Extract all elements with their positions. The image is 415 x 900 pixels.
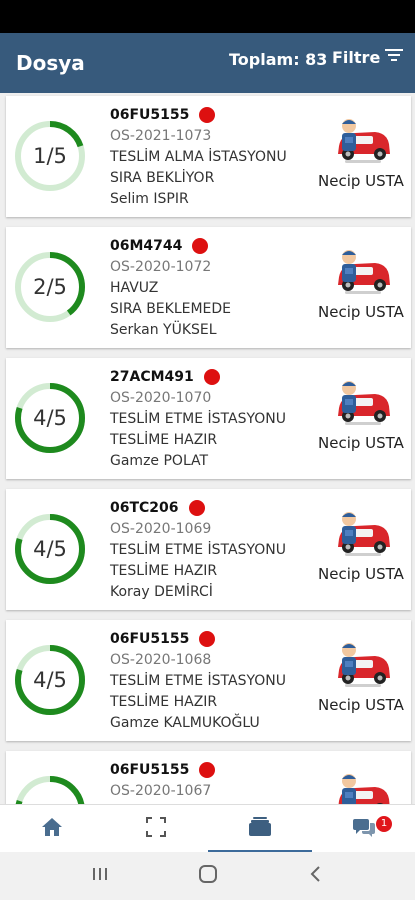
chat-icon <box>352 816 376 843</box>
file-info: 27ACM491 OS-2020-1070 TESLİM ETME İSTASYON… <box>110 366 310 472</box>
file-status: SIRA BEKLEMEDE <box>110 301 232 317</box>
file-card[interactable]: 4/5 27ACM491 OS-2020-1070 TESLİM ETME İSTAS… <box>6 358 411 479</box>
mechanic-car-icon <box>333 116 393 166</box>
station-name: TESLİM ETME İSTASYONU <box>110 411 286 427</box>
customer-name: Selim ISPIR <box>110 191 189 207</box>
status-dot <box>199 631 216 647</box>
plate-number: 06TC206 <box>110 500 179 516</box>
progress-label: 4/5 <box>33 406 67 430</box>
progress-label: 4/5 <box>33 537 67 561</box>
progress-ring: 2/5 <box>14 251 86 323</box>
mechanic: Necip USTA <box>311 378 411 464</box>
station-name: TESLİM ETME İSTASYONU <box>110 542 286 558</box>
file-status: TESLİME HAZIR <box>110 694 218 710</box>
file-number: OS-2021-1073 <box>110 128 212 144</box>
status-dot <box>203 369 220 385</box>
progress-label: 2/5 <box>33 275 67 299</box>
file-info: 06TC206 OS-2020-1069 TESLİM ETME İSTASYONU… <box>110 497 310 603</box>
filter-icon <box>384 47 404 67</box>
total-count: Toplam: 83 <box>229 50 328 69</box>
customer-name: Gamze POLAT <box>110 453 209 469</box>
file-info: 06M4744 OS-2020-1072 HAVUZ SIRA BEKLEMEDE Se… <box>110 235 310 341</box>
mechanic-name: Necip USTA <box>318 696 404 714</box>
file-status: TESLİME HAZIR <box>110 563 218 579</box>
nav-scan[interactable] <box>104 805 208 853</box>
file-number: OS-2020-1072 <box>110 259 212 275</box>
file-number: OS-2020-1069 <box>110 521 212 537</box>
mechanic-name: Necip USTA <box>318 434 404 452</box>
filter-button[interactable]: Filtre <box>332 47 404 67</box>
file-number: OS-2020-1070 <box>110 390 212 406</box>
mechanic: Necip USTA <box>311 640 411 726</box>
mechanic-name: Necip USTA <box>318 303 404 321</box>
progress-ring: 4/5 <box>14 382 86 454</box>
progress-ring: 1/5 <box>14 120 86 192</box>
app-header: Dosya Toplam: 83 Filtre <box>0 33 415 93</box>
file-number: OS-2020-1067 <box>110 783 212 799</box>
plate-number: 27ACM491 <box>110 369 194 385</box>
mechanic: Necip USTA <box>311 116 411 202</box>
mechanic-car-icon <box>333 640 393 690</box>
file-info: 06FU5155 OS-2020-1068 TESLİM ETME İSTASYON… <box>110 628 310 734</box>
scan-icon <box>145 816 167 843</box>
customer-name: Koray DEMİRCİ <box>110 584 213 600</box>
mechanic: Necip USTA <box>311 509 411 595</box>
file-info: 06FU5155 OS-2021-1073 TESLİM ALMA İSTASYON… <box>110 104 310 210</box>
folder-icon <box>248 816 272 842</box>
nav-home[interactable] <box>0 805 104 853</box>
file-status: SIRA BEKLİYOR <box>110 170 215 186</box>
page-title: Dosya <box>16 51 85 75</box>
mechanic-car-icon <box>333 247 393 297</box>
station-name: TESLİM ALMA İSTASYONU <box>110 149 287 165</box>
file-card[interactable]: 06FU5155 OS-2020-1067 <box>6 751 411 804</box>
file-card[interactable]: 4/5 06TC206 OS-2020-1069 TESLİM ETME İSTASY… <box>6 489 411 610</box>
recent-apps-icon <box>91 866 109 887</box>
progress-label <box>14 775 86 804</box>
nav-files[interactable] <box>208 805 312 853</box>
file-info: 06FU5155 OS-2020-1067 <box>110 759 310 802</box>
plate-number: 06FU5155 <box>110 762 190 778</box>
plate-number: 06FU5155 <box>110 631 190 647</box>
mechanic-car-icon <box>333 509 393 559</box>
bottom-nav <box>0 804 415 853</box>
customer-name: Gamze KALMUKOĞLU <box>110 715 260 731</box>
back-chevron-icon <box>309 865 323 888</box>
progress-label: 4/5 <box>33 668 67 692</box>
status-dot <box>199 107 216 123</box>
filter-label: Filtre <box>332 47 381 67</box>
customer-name: Serkan YÜKSEL <box>110 322 217 338</box>
file-card[interactable]: 2/5 06M4744 OS-2020-1072 HAVUZ SIRA BEKLEMED… <box>6 227 411 348</box>
chat-badge: 1 <box>376 816 392 832</box>
progress-ring <box>14 775 86 804</box>
system-nav-bar <box>0 852 415 900</box>
station-name: TESLİM ETME İSTASYONU <box>110 673 286 689</box>
file-number: OS-2020-1068 <box>110 652 212 668</box>
status-bar <box>0 0 415 33</box>
nav-chat[interactable] <box>312 805 415 853</box>
progress-ring: 4/5 <box>14 644 86 716</box>
home-system-button[interactable] <box>188 864 228 888</box>
progress-label: 1/5 <box>33 144 67 168</box>
mechanic-car-icon <box>333 378 393 428</box>
status-dot <box>199 762 216 778</box>
file-list: 1/5 06FU5155 OS-2021-1073 TESLİM ALMA İSTAS… <box>0 93 415 804</box>
home-icon <box>41 817 63 842</box>
file-card[interactable]: 4/5 06FU5155 OS-2020-1068 TESLİM ETME İSTAS… <box>6 620 411 741</box>
progress-ring: 4/5 <box>14 513 86 585</box>
recent-apps-button[interactable] <box>80 864 120 888</box>
mechanic-name: Necip USTA <box>318 172 404 190</box>
station-name: HAVUZ <box>110 280 159 296</box>
plate-number: 06FU5155 <box>110 107 190 123</box>
file-status: TESLİME HAZIR <box>110 432 218 448</box>
mechanic-name: Necip USTA <box>318 565 404 583</box>
status-dot <box>188 500 205 516</box>
mechanic-car-icon <box>333 771 393 804</box>
mechanic <box>311 771 411 804</box>
plate-number: 06M4744 <box>110 238 183 254</box>
back-button[interactable] <box>296 864 336 888</box>
file-card[interactable]: 1/5 06FU5155 OS-2021-1073 TESLİM ALMA İSTAS… <box>6 96 411 217</box>
status-dot <box>192 238 209 254</box>
mechanic: Necip USTA <box>311 247 411 333</box>
home-circle-icon <box>198 864 218 889</box>
